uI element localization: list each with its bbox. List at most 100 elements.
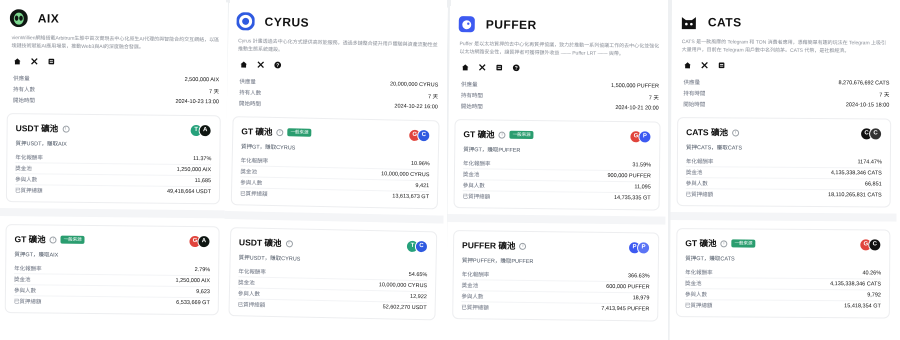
- help-icon[interactable]: ?: [274, 61, 282, 69]
- stat-value: 54.65%: [408, 271, 428, 278]
- info-icon[interactable]: i: [276, 128, 284, 136]
- mining-pool-card[interactable]: GT 礦池 i 一般來源 G C 質押GT，賺取CYRUS 年化報酬率 10.96% 獎金池 10…: [230, 116, 440, 210]
- stat-value: 10,000,000 CYRUS: [381, 171, 430, 179]
- token-icon: C: [414, 239, 429, 253]
- token-pair: CC: [860, 126, 883, 140]
- info-icon[interactable]: i: [62, 125, 70, 133]
- mining-pool-card[interactable]: USDT 礦池 i T C 質押USDT，賺取CYRUS 年化報酬率 54.65% 獎金池 10…: [228, 227, 438, 321]
- doc-icon[interactable]: [718, 61, 726, 69]
- pool-divider: [669, 211, 898, 222]
- stat-label: 已質押總額: [684, 303, 713, 310]
- mining-pool-card[interactable]: GT 礦池 i 一般來源 G P 質押GT，賺取PUFFER 年化報酬率 31.59% 獎金池 9…: [453, 119, 661, 211]
- mining-pool-card[interactable]: GT 礦池 i 一般來源 G A 質押GT，賺取AIX 年化報酬率 2.79% 獎金池 1,250…: [4, 224, 220, 316]
- token-icon: C: [868, 237, 882, 251]
- stat-label: 年化報酬率: [685, 269, 713, 276]
- cyrus-logo-icon: [236, 12, 255, 31]
- info-label: 供應量: [683, 79, 700, 86]
- mining-pool-card[interactable]: PUFFER 礦池 i P P 質押PUFFER，賺取PUFFER 年化報酬率 366.63…: [452, 230, 660, 322]
- pool-stat-row: 已質押總額 6,533,669 GT: [13, 295, 210, 309]
- pool-title: USDT 礦池: [15, 123, 59, 134]
- info-icon[interactable]: i: [285, 239, 293, 247]
- info-icon[interactable]: i: [720, 239, 728, 247]
- info-icon[interactable]: i: [731, 128, 740, 136]
- home-icon[interactable]: [684, 61, 692, 69]
- pool-title: GT 礦池: [241, 126, 273, 137]
- stat-label: 參與人數: [685, 181, 708, 188]
- home-icon[interactable]: [461, 63, 469, 71]
- info-value: 2024-10-15 18:00: [845, 101, 890, 109]
- mining-pool-card[interactable]: USDT 礦池 i T A 質押USDT，賺取AIX 年化報酬率 11.37% 獎金池 1,25…: [5, 113, 221, 205]
- info-icon[interactable]: i: [498, 131, 506, 139]
- token-pair: TC: [405, 239, 429, 253]
- stat-label: 已質押總額: [13, 299, 42, 306]
- stat-label: 年化報酬率: [240, 157, 269, 165]
- aix-alien-logo-icon: [9, 9, 28, 28]
- stat-value: 10.96%: [410, 160, 430, 167]
- x-icon[interactable]: [30, 57, 38, 65]
- project-header: CYRUS: [228, 3, 448, 38]
- home-icon[interactable]: [240, 60, 248, 68]
- stat-value: 52,602,270 USDT: [382, 304, 427, 312]
- stat-value: 366.63%: [627, 272, 650, 279]
- info-label: 開始時間: [238, 100, 261, 108]
- info-value: 7 天: [648, 94, 659, 102]
- info-value: 8,270,676,692 CATS: [838, 79, 890, 87]
- info-label: 供應量: [239, 78, 256, 86]
- mining-pool-card[interactable]: GT 礦池 i 一般來源 G C 質押GT，賺取CATS 年化報酬率 40.26% 獎金池 4,1…: [675, 228, 891, 319]
- stat-value: 31.59%: [632, 161, 652, 168]
- stat-value: 600,000 PUFFER: [606, 283, 650, 291]
- token-icon: A: [198, 123, 212, 137]
- pool-stat-row: 已質押總額 14,735,335 GT: [462, 190, 651, 204]
- stat-label: 已質押總額: [462, 194, 491, 201]
- info-value: 2024-10-21 20:00: [615, 104, 659, 112]
- token-pair: PP: [627, 240, 651, 254]
- stat-value: 6,533,669 GT: [176, 299, 210, 307]
- doc-icon[interactable]: [47, 57, 55, 65]
- info-label: 持有人數: [239, 89, 262, 97]
- stat-label: 參與人數: [237, 291, 260, 298]
- stat-label: 已質押總額: [237, 302, 266, 309]
- help-icon[interactable]: ?: [512, 64, 520, 72]
- stat-label: 參與人數: [684, 292, 708, 299]
- x-icon[interactable]: [701, 61, 709, 69]
- stat-value: 9,792: [867, 292, 881, 299]
- pool-stat-row: 已質押總額 49,418,664 USDT: [14, 184, 212, 198]
- token-pair: GA: [188, 234, 211, 248]
- info-icon[interactable]: i: [519, 242, 527, 250]
- pool-stat-row: 已質押總額 18,110,265,831 CATS: [685, 188, 882, 201]
- info-value: 7 天: [208, 88, 220, 95]
- pool-divider: [221, 210, 448, 224]
- project-card-cyrus: CYRUS Cyrus 計畫透過去中心化方式提供高效能服務，透過多鏈整合提升用戶體…: [221, 3, 448, 340]
- stat-label: 年化報酬率: [685, 158, 714, 165]
- puffer-logo-icon: [458, 15, 476, 33]
- token-icon: P: [638, 129, 652, 143]
- stat-label: 年化報酬率: [15, 154, 43, 161]
- pool-stat-row: 已質押總額 7,413,945 PUFFER: [461, 301, 650, 315]
- stat-label: 獎金池: [14, 277, 31, 284]
- pool-badge: 一般來源: [287, 128, 312, 137]
- home-icon[interactable]: [13, 57, 21, 65]
- stat-value: 12,922: [409, 293, 427, 301]
- stat-label: 已質押總額: [239, 191, 268, 198]
- pool-divider: [0, 207, 228, 219]
- project-name: CYRUS: [264, 14, 310, 30]
- pool-subtitle: 質押GT，賺取CATS: [685, 256, 735, 263]
- project-info: 供應量 2,500,000 AIX 持有人數 7 天開始時間 2024-10-23 13…: [1, 66, 227, 107]
- stat-label: 參與人數: [240, 180, 263, 187]
- stat-value: 11.37%: [193, 155, 212, 162]
- pool-header: GT 礦池 i 一般來源 G C: [685, 235, 882, 252]
- pool-title: CATS 礦池: [686, 127, 729, 138]
- svg-text:?: ?: [515, 66, 518, 72]
- stat-label: 已質押總額: [461, 305, 489, 312]
- stat-label: 獎金池: [462, 172, 480, 179]
- x-icon[interactable]: [257, 61, 265, 69]
- stat-value: 66,851: [864, 181, 882, 188]
- mining-pool-card[interactable]: CATS 礦池 i C C 質押CATS，賺取CATS 年化報酬率 1174.47% 獎金池 4…: [676, 117, 892, 208]
- x-icon[interactable]: [478, 63, 486, 71]
- info-icon[interactable]: i: [49, 236, 57, 244]
- pool-badge: 一般來源: [731, 239, 756, 248]
- stat-label: 已質押總額: [685, 192, 714, 199]
- project-info: 供應量 1,500,000 PUFFER 持有時間 7 天開始時間 2024-10-21…: [449, 72, 667, 114]
- token-icon: P: [636, 240, 651, 254]
- doc-icon[interactable]: [495, 64, 503, 72]
